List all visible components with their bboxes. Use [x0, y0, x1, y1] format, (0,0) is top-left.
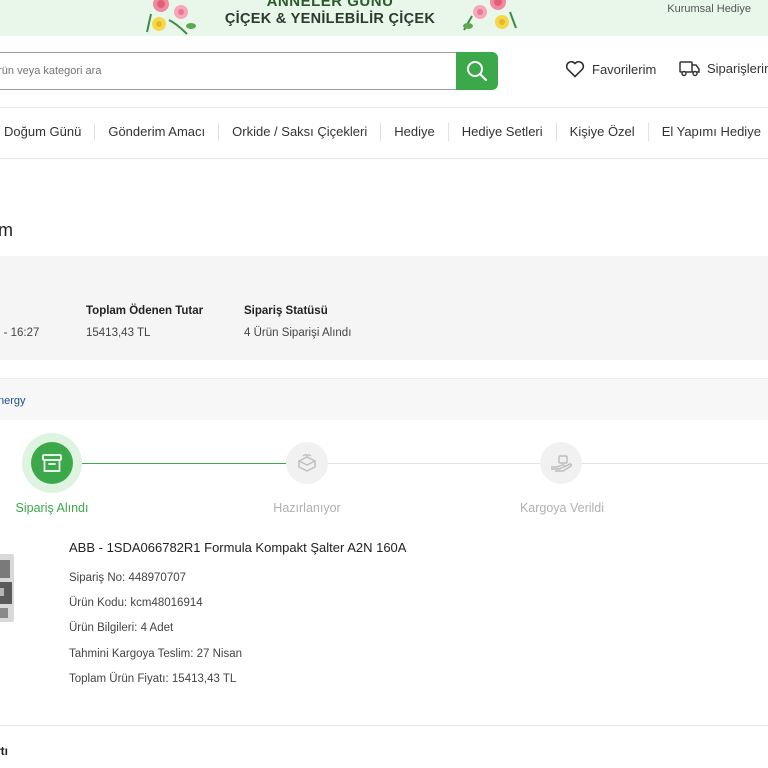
product-code-value: kcm48016914 — [130, 597, 203, 609]
orders-label: Siparişlerim — [707, 61, 768, 76]
nav-item-occasion[interactable]: Gönderim Amacı — [95, 123, 220, 141]
shipping-estimate-value: 27 Nisan — [196, 648, 243, 660]
product-info-value: 4 Adet — [140, 622, 174, 634]
product-image[interactable] — [0, 552, 16, 624]
page-title: m — [0, 220, 13, 240]
bottom-section-label: rtı — [0, 744, 8, 758]
step-received-label: Sipariş Alındı — [15, 501, 89, 515]
flower-decoration-right — [463, 0, 517, 31]
search-box[interactable] — [0, 52, 457, 90]
step-received-ring — [22, 433, 82, 493]
step-received-circle — [31, 442, 73, 484]
total-paid-value: 15413,43 TL — [86, 327, 151, 339]
favorites-link[interactable]: Favorilerim — [565, 60, 656, 78]
product-code-label: Ürün Kodu: — [69, 597, 128, 609]
product-info-row: Ürün Bilgileri: 4 Adet — [69, 622, 173, 634]
order-date-value: 5 - 16:27 — [0, 327, 40, 339]
promo-subtitle: ÇİÇEK & YENİLEBİLİR ÇİÇEK — [224, 11, 436, 27]
shipping-estimate-label: Tahmini Kargoya Teslim: — [69, 648, 194, 660]
order-status-label: Sipariş Statüsü — [244, 305, 328, 317]
nav-item-handmade[interactable]: El Yapımı Hediye — [649, 123, 768, 141]
product-info-label: Ürün Bilgileri: — [69, 622, 138, 634]
step-shipped-circle — [540, 442, 582, 484]
delivery-hand-icon — [551, 455, 573, 472]
promo-banner[interactable]: ANNELER GÜNÜ ÇİÇEK & YENİLEBİLİR ÇİÇEK K… — [0, 0, 768, 36]
seller-bar — [0, 378, 768, 420]
box-icon — [42, 454, 62, 472]
nav-item-orchids[interactable]: Orkide / Saksı Çiçekleri — [219, 123, 382, 141]
promo-title: ANNELER GÜNÜ — [266, 0, 394, 10]
category-nav: Doğum Günü Gönderim Amacı Orkide / Saksı… — [0, 123, 768, 141]
product-title[interactable]: ABB - 1SDA066782R1 Formula Kompakt Şalte… — [69, 540, 406, 555]
step-preparing-label: Hazırlanıyor — [273, 501, 341, 515]
truck-icon — [679, 61, 700, 77]
shipping-estimate-row: Tahmini Kargoya Teslim: 27 Nisan — [69, 648, 242, 660]
section-divider — [0, 725, 768, 726]
order-number-label: Sipariş No: — [69, 572, 126, 584]
product-code-row: Ürün Kodu: kcm48016914 — [69, 597, 203, 609]
search-input[interactable] — [0, 53, 456, 89]
product-price-value: 15413,43 TL — [171, 673, 237, 685]
orders-link[interactable]: Siparişlerim — [679, 60, 768, 77]
tracker-line-active — [74, 463, 288, 464]
product-price-label: Toplam Ürün Fiyatı: — [69, 673, 169, 685]
order-number-row: Sipariş No: 448970707 — [69, 572, 186, 584]
search-button[interactable] — [456, 52, 498, 90]
step-preparing-circle — [286, 442, 328, 484]
order-number-value: 448970707 — [128, 572, 187, 584]
nav-item-gift[interactable]: Hediye — [381, 123, 449, 141]
nav-item-personalized[interactable]: Kişiye Özel — [557, 123, 649, 141]
product-price-row: Toplam Ürün Fiyatı: 15413,43 TL — [69, 673, 236, 685]
seller-name-link[interactable]: nergy — [0, 395, 26, 407]
gift-box-icon — [297, 454, 317, 472]
nav-item-gift-sets[interactable]: Hediye Setleri — [449, 123, 557, 141]
nav-item-birthday[interactable]: Doğum Günü — [0, 123, 96, 141]
header-divider — [0, 107, 768, 108]
order-status-value: 4 Ürün Siparişi Alındı — [244, 327, 352, 339]
search-icon — [467, 61, 488, 82]
nav-divider — [0, 158, 768, 159]
heart-icon — [565, 60, 585, 78]
step-shipped-label: Kargoya Verildi — [519, 501, 605, 515]
corporate-gift-link[interactable]: Kurumsal Hediye — [667, 3, 751, 15]
favorites-label: Favorilerim — [592, 61, 657, 77]
total-paid-label: Toplam Ödenen Tutar — [86, 305, 204, 317]
